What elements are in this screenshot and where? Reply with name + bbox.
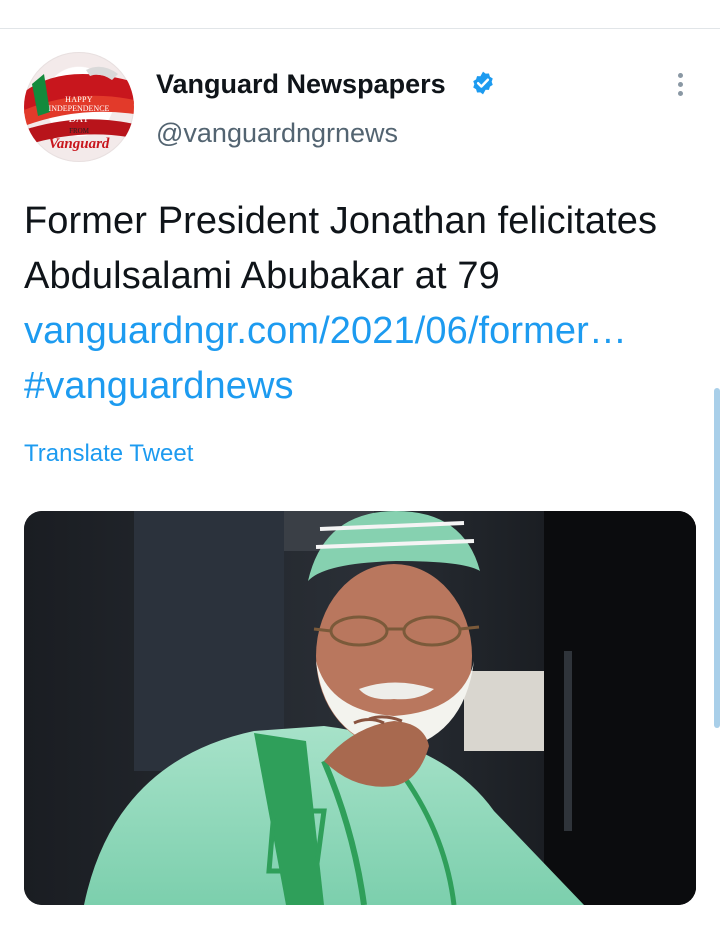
display-name[interactable]: Vanguard Newspapers bbox=[156, 68, 446, 100]
tweet-text: Former President Jonathan felicitates Ab… bbox=[24, 194, 694, 414]
handle[interactable]: @vanguardngrnews bbox=[156, 117, 398, 149]
translate-tweet-link[interactable]: Translate Tweet bbox=[24, 439, 193, 469]
scrollbar[interactable] bbox=[714, 388, 720, 728]
tweet-photo[interactable] bbox=[24, 511, 696, 905]
avatar-line-2: INDEPENDENCE bbox=[48, 104, 110, 113]
top-divider bbox=[0, 28, 720, 29]
tweet-link[interactable]: vanguardngr.com/2021/06/former… bbox=[24, 310, 627, 352]
avatar-line-4: FROM bbox=[69, 127, 89, 135]
hashtag-link[interactable]: #vanguardnews bbox=[24, 365, 294, 407]
avatar[interactable]: HAPPY INDEPENDENCE DAY FROM Vanguard bbox=[24, 52, 134, 162]
avatar-line-5: Vanguard bbox=[48, 136, 110, 152]
verified-badge-icon bbox=[473, 71, 493, 95]
avatar-line-1: HAPPY bbox=[65, 95, 93, 104]
avatar-line-3: DAY bbox=[68, 114, 90, 125]
photo-illustration bbox=[24, 511, 696, 905]
tweet-body: Former President Jonathan felicitates Ab… bbox=[24, 200, 658, 297]
more-vertical-icon[interactable] bbox=[666, 70, 694, 100]
